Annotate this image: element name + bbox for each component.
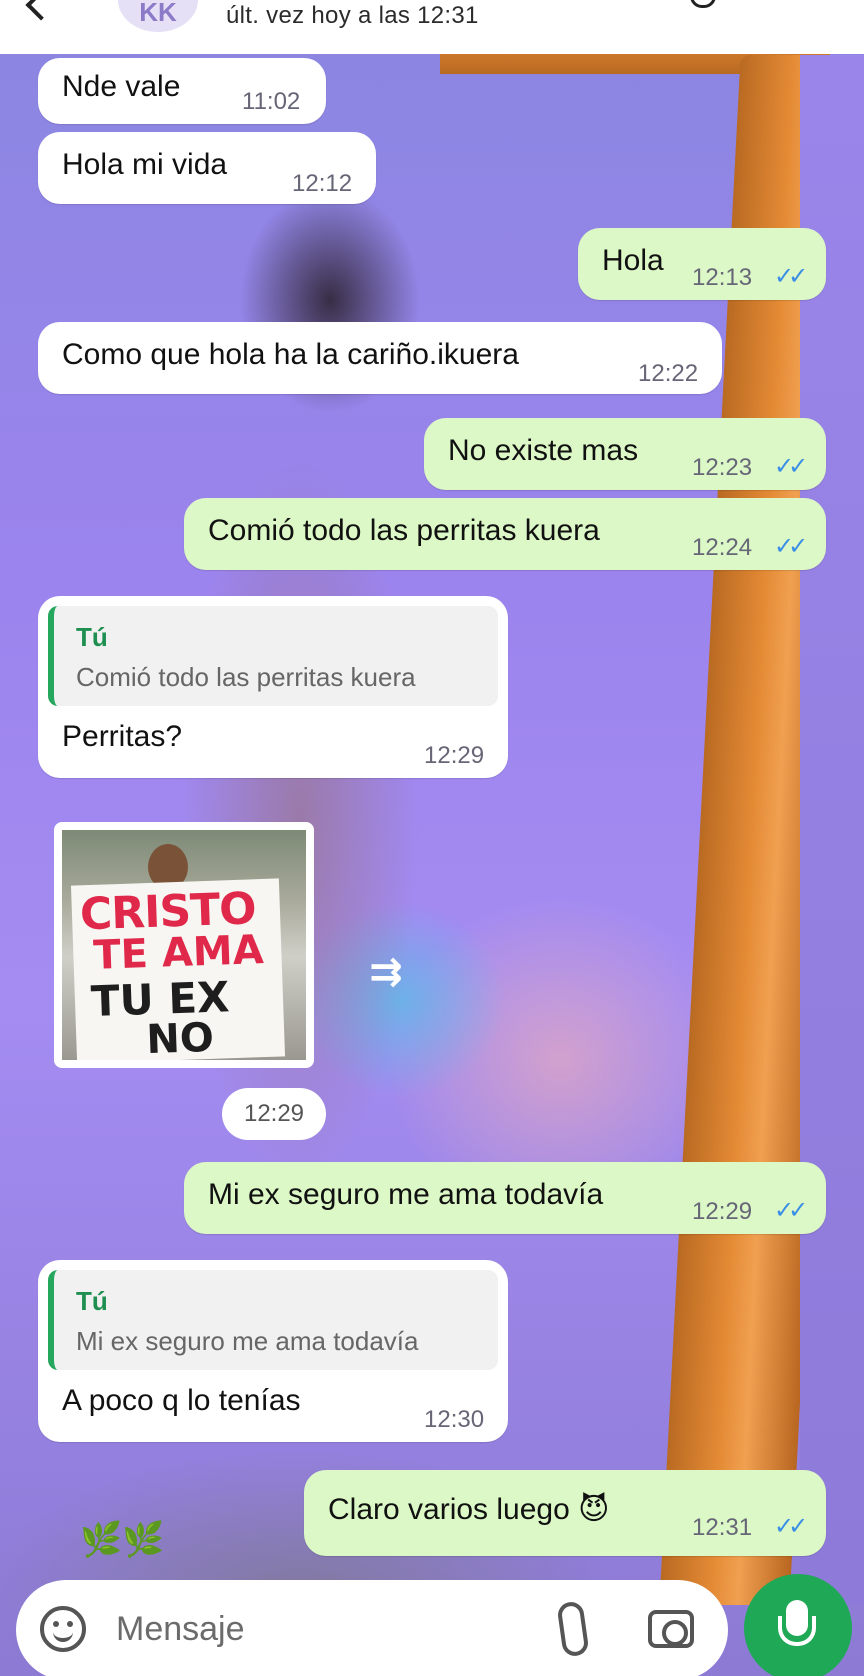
message-outgoing[interactable]: Comió todo las perritas kuera 12:24 ✓✓ [184,498,826,570]
message-text: Como que hola ha la cariño.ikuera [62,338,519,371]
message-outgoing[interactable]: No existe mas 12:23 ✓✓ [424,418,826,490]
chat-header: KK últ. vez hoy a las 12:31 [0,0,864,54]
forward-icon[interactable]: ⇉ [358,944,414,1000]
message-time: 12:30 [424,1406,485,1433]
message-text: Mi ex seguro me ama todavía [208,1178,604,1211]
quoted-message[interactable]: Tú Mi ex seguro me ama todavía [48,1270,498,1370]
message-text: A poco q lo tenías [62,1384,301,1417]
message-text: Hola mi vida [62,148,228,181]
mic-icon [778,1600,816,1646]
leaf-decoration: 🌿🌿 [80,1521,165,1559]
camera-icon[interactable] [648,1610,694,1648]
message-text: Perritas? [62,720,183,753]
message-input[interactable]: Mensaje [116,1610,245,1649]
message-text: Hola [602,244,664,277]
message-incoming-reply[interactable]: Tú Comió todo las perritas kuera Perrita… [38,596,508,778]
message-time: 12:12 [292,170,353,197]
message-time: 11:02 [242,88,301,115]
message-text: Nde vale [62,70,181,103]
message-text: Claro varios luego 😈 [328,1493,610,1526]
mic-button[interactable] [744,1574,852,1676]
message-outgoing[interactable]: Claro varios luego 😈 12:31 ✓✓ [304,1470,826,1556]
message-composer[interactable]: Mensaje [16,1580,728,1676]
message-time: 12:29 [692,1198,753,1225]
call-icon[interactable] [690,0,716,8]
message-time: 12:24 [692,534,753,561]
read-receipt-icon: ✓✓ [774,263,808,290]
contact-avatar[interactable]: KK [118,0,198,32]
sticker-image: CRISTO TE AMA TU EX NO [62,830,306,1060]
sticker-text-line: NO [145,1014,215,1060]
message-time: 12:23 [692,454,753,481]
message-incoming[interactable]: Como que hola ha la cariño.ikuera 12:22 [38,322,722,394]
message-text: Comió todo las perritas kuera [208,514,600,547]
quote-text: Comió todo las perritas kuera [76,662,416,692]
attach-icon[interactable] [556,1600,590,1658]
read-receipt-icon: ✓✓ [774,1197,808,1224]
message-time: 12:29 [424,742,485,769]
message-time: 12:22 [638,360,699,387]
sticker-text-line: TE AMA [92,927,265,979]
message-outgoing[interactable]: Mi ex seguro me ama todavía 12:29 ✓✓ [184,1162,826,1234]
last-seen-status: últ. vez hoy a las 12:31 [226,2,479,29]
message-text: No existe mas [448,434,639,467]
message-incoming[interactable]: Nde vale 11:02 [38,58,326,124]
quote-author: Tú [76,622,108,652]
back-arrow-icon[interactable] [25,0,57,21]
quote-author: Tú [76,1286,108,1316]
message-outgoing[interactable]: Hola 12:13 ✓✓ [578,228,826,300]
read-receipt-icon: ✓✓ [774,533,808,560]
message-time: 12:31 [692,1514,753,1541]
sticker-message[interactable]: CRISTO TE AMA TU EX NO [54,822,314,1068]
message-time: 12:13 [692,264,753,291]
quoted-message[interactable]: Tú Comió todo las perritas kuera [48,606,498,706]
read-receipt-icon: ✓✓ [774,453,808,480]
sticker-time: 12:29 [222,1088,326,1140]
sticker-sign: CRISTO TE AMA TU EX NO [70,878,286,1060]
message-incoming[interactable]: Hola mi vida 12:12 [38,132,376,204]
quote-text: Mi ex seguro me ama todavía [76,1326,419,1356]
message-incoming-reply[interactable]: Tú Mi ex seguro me ama todavía A poco q … [38,1260,508,1442]
emoji-sticker-icon[interactable] [40,1606,86,1652]
read-receipt-icon: ✓✓ [774,1513,808,1540]
